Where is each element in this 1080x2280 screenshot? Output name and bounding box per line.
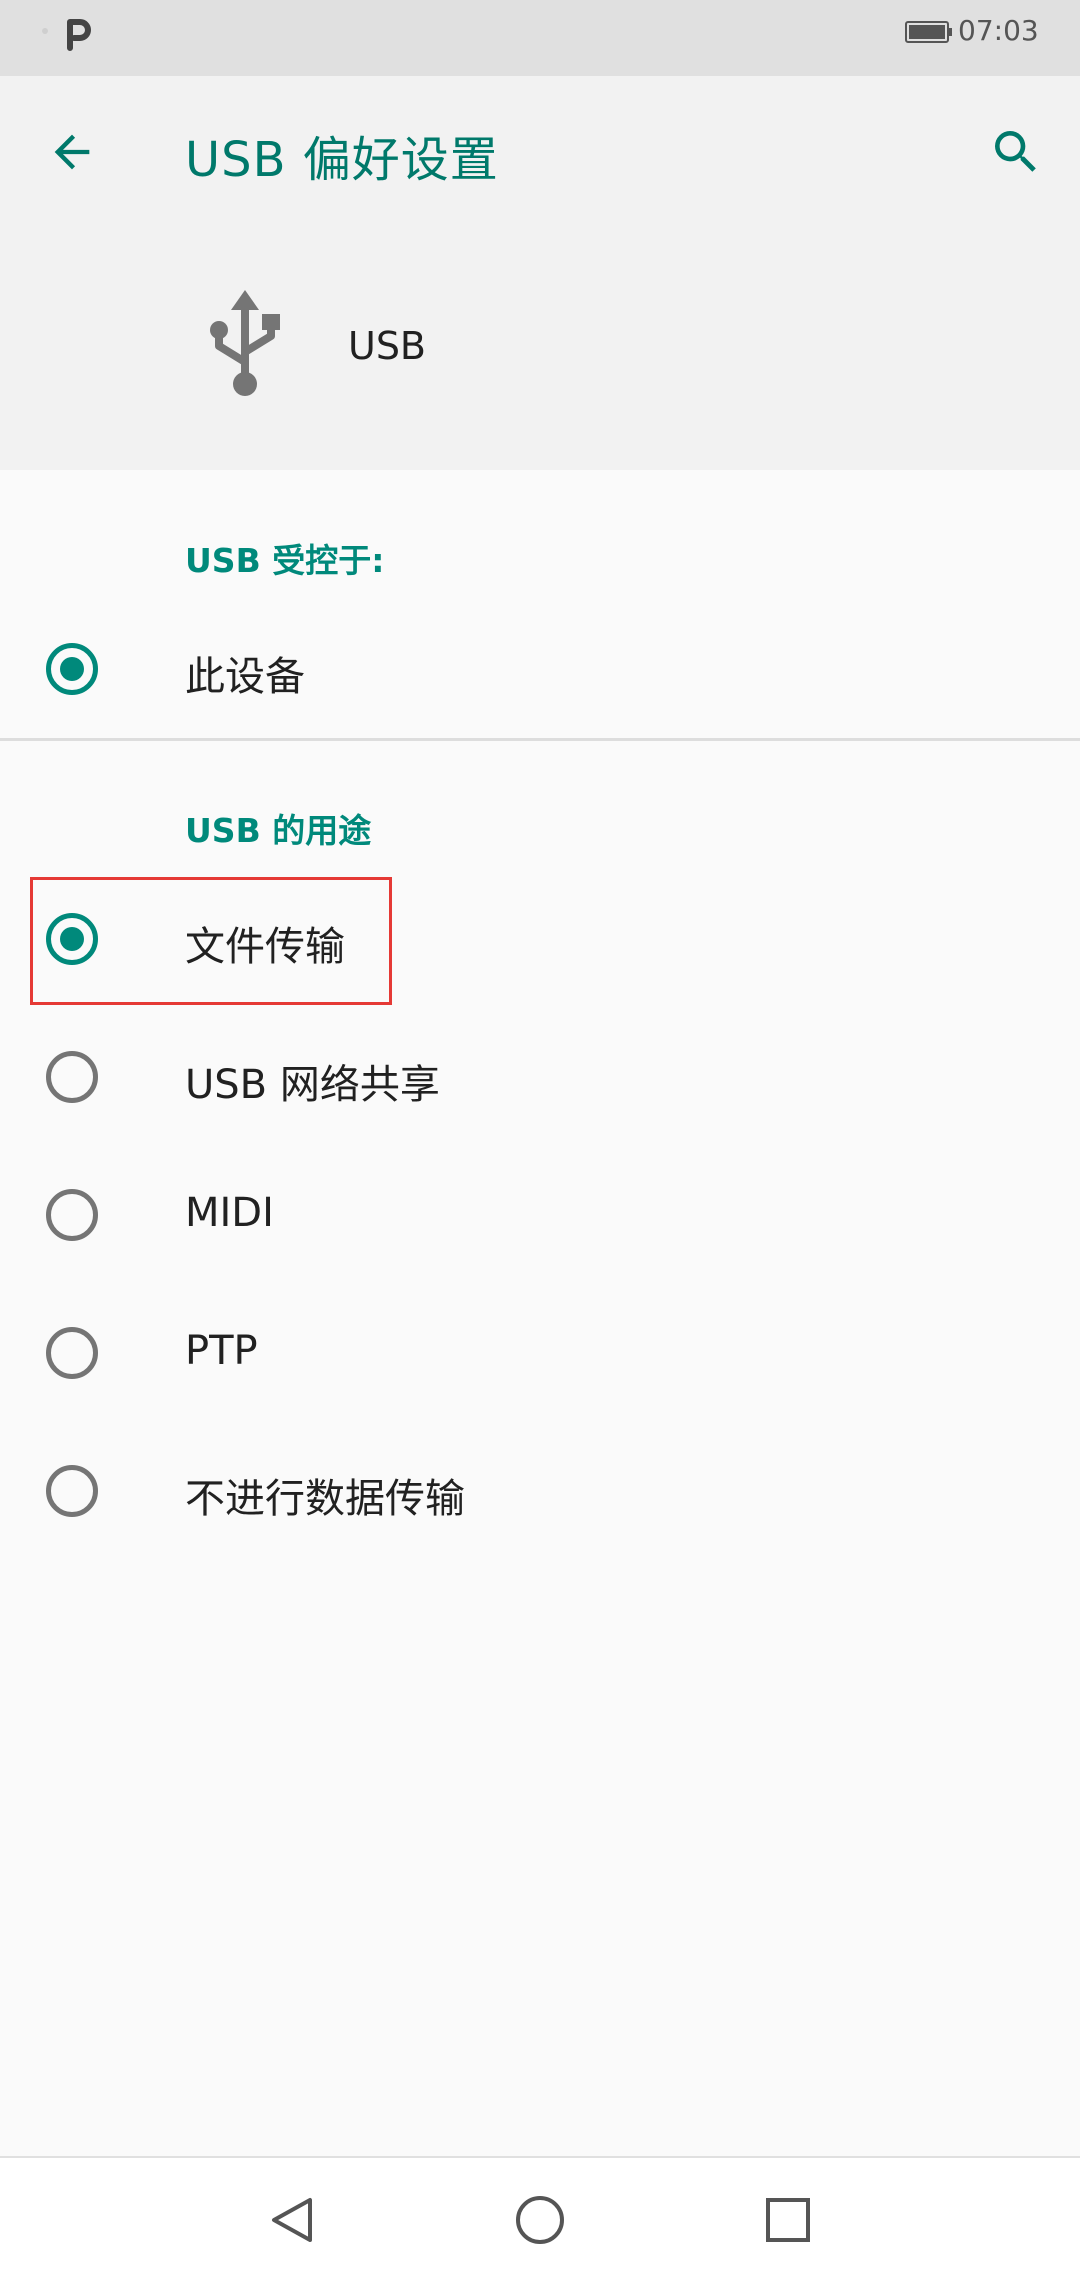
option-file-transfer[interactable]: 文件传输 <box>0 880 1080 1000</box>
option-label: 此设备 <box>185 654 305 700</box>
option-label: MIDI <box>185 1190 274 1236</box>
square-recents-icon <box>766 2198 810 2242</box>
screen: 07:03 USB 偏好设置 USB USB 受控于: 此设备 USB 的用途 … <box>0 0 1080 2280</box>
status-time: 07:03 <box>958 14 1039 47</box>
usb-header-label: USB <box>348 324 427 368</box>
app-bar: USB 偏好设置 <box>0 76 1080 226</box>
nav-home-button[interactable] <box>508 2188 572 2252</box>
notification-dot-icon <box>42 28 48 34</box>
option-no-data-transfer[interactable]: 不进行数据传输 <box>0 1432 1080 1552</box>
status-bar: 07:03 <box>0 0 1080 76</box>
option-ptp[interactable]: PTP <box>0 1294 1080 1414</box>
radio-button-checked[interactable] <box>46 913 98 965</box>
radio-button[interactable] <box>46 1051 98 1103</box>
radio-button[interactable] <box>46 1327 98 1379</box>
search-icon <box>995 131 1036 172</box>
circle-home-icon <box>516 2196 564 2244</box>
divider <box>0 738 1080 741</box>
battery-icon <box>905 21 952 43</box>
back-button[interactable] <box>36 116 108 188</box>
section-header-usb-use: USB 的用途 <box>185 811 372 850</box>
radio-button-checked[interactable] <box>46 643 98 695</box>
option-label: USB 网络共享 <box>185 1062 440 1108</box>
option-label: 不进行数据传输 <box>185 1476 465 1522</box>
radio-button[interactable] <box>46 1465 98 1517</box>
arrow-back-icon <box>54 134 90 170</box>
triangle-back-icon <box>272 2198 312 2242</box>
usb-header: USB <box>0 226 1080 470</box>
option-label: PTP <box>185 1328 258 1374</box>
page-title: USB 偏好设置 <box>185 132 499 188</box>
search-button[interactable] <box>980 116 1052 188</box>
nav-back-button[interactable] <box>260 2188 324 2252</box>
usb-icon <box>210 290 280 396</box>
option-midi[interactable]: MIDI <box>0 1156 1080 1276</box>
option-usb-tethering[interactable]: USB 网络共享 <box>0 1018 1080 1138</box>
section-header-controlled-by: USB 受控于: <box>185 541 385 580</box>
navigation-bar <box>0 2156 1080 2280</box>
parking-app-icon <box>67 19 91 51</box>
option-this-device[interactable]: 此设备 <box>0 610 1080 730</box>
radio-button[interactable] <box>46 1189 98 1241</box>
nav-recents-button[interactable] <box>756 2188 820 2252</box>
option-label: 文件传输 <box>185 924 345 970</box>
